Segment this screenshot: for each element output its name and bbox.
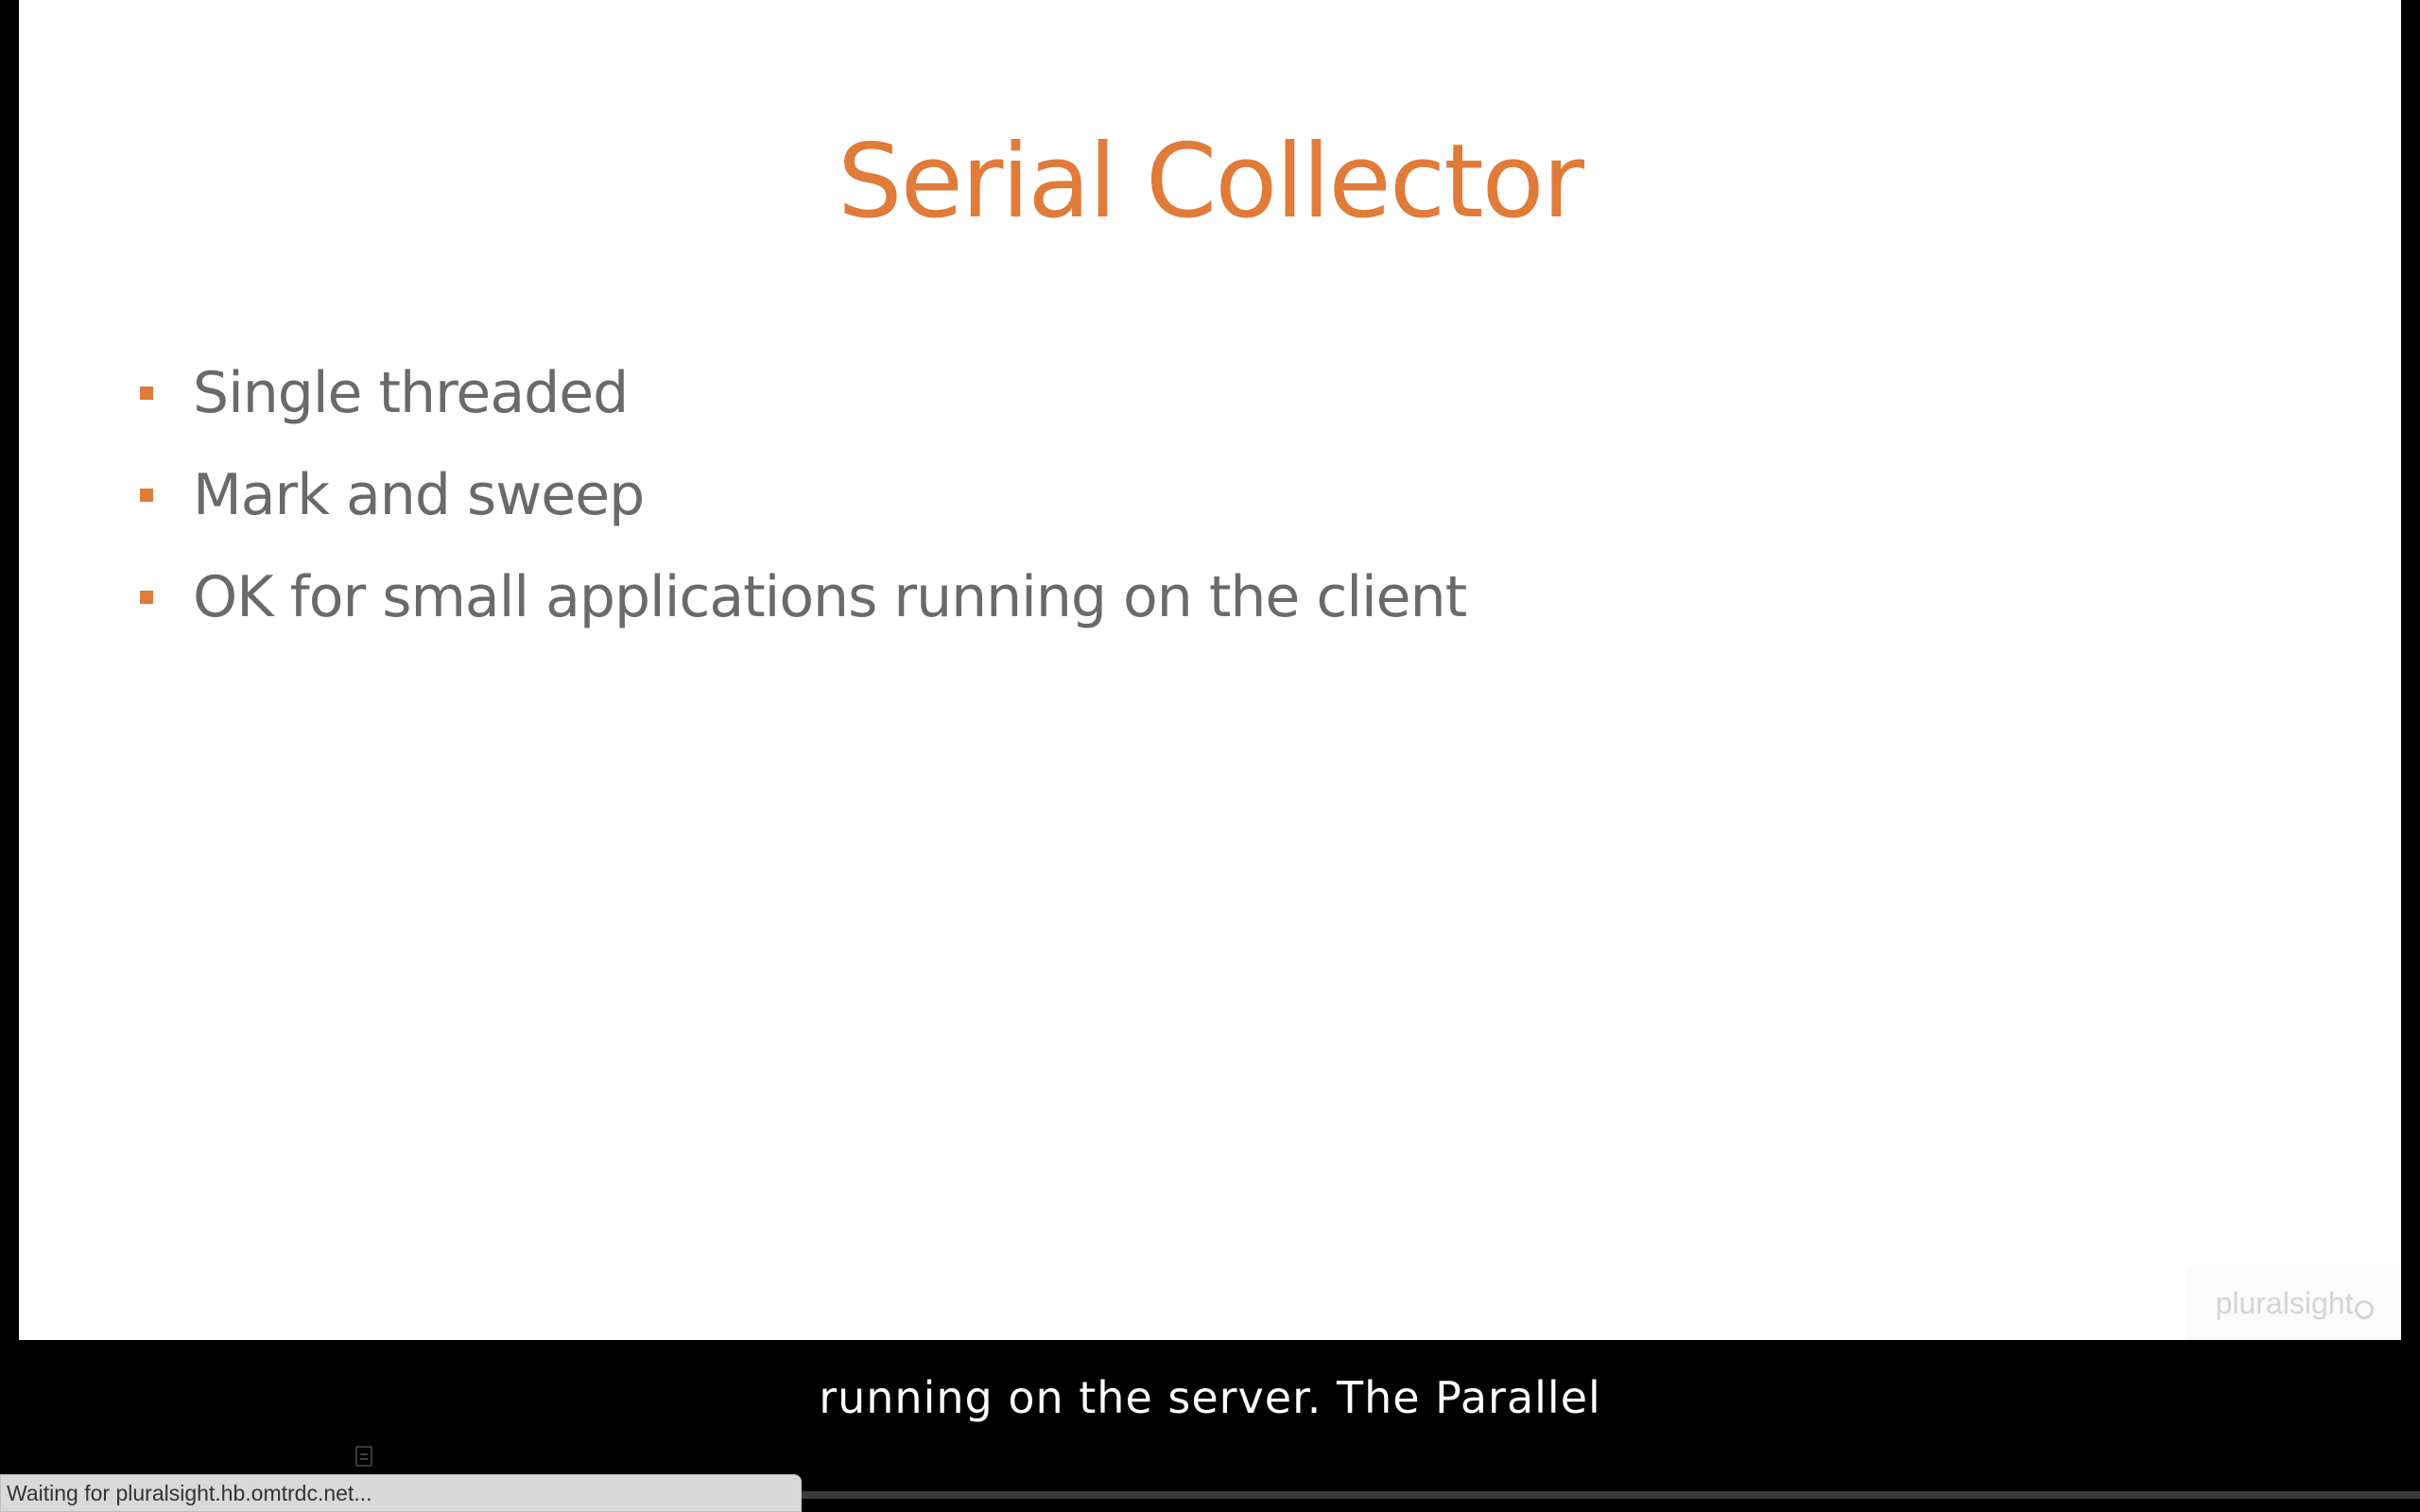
- slide-title: Serial Collector: [837, 123, 1584, 241]
- pluralsight-logo-icon: [2355, 1300, 2375, 1319]
- watermark-text: pluralsight: [2215, 1285, 2354, 1320]
- status-text: Waiting for pluralsight.hb.omtrdc.net...: [7, 1480, 372, 1505]
- video-player[interactable]: Serial Collector Single threaded Mark an…: [0, 0, 2420, 1512]
- bullet-square-icon: [140, 591, 153, 604]
- bullet-list: Single threaded Mark and sweep OK for sm…: [140, 342, 1467, 648]
- browser-status-bar: Waiting for pluralsight.hb.omtrdc.net...: [0, 1474, 802, 1512]
- list-item: OK for small applications running on the…: [140, 546, 1467, 648]
- bullet-square-icon: [140, 387, 153, 400]
- bullet-text: Single threaded: [193, 360, 629, 426]
- closed-caption: running on the server. The Parallel: [819, 1372, 1601, 1423]
- document-icon[interactable]: [355, 1446, 372, 1467]
- list-item: Mark and sweep: [140, 444, 1466, 546]
- bullet-text: OK for small applications running on the…: [193, 564, 1467, 630]
- slide-frame: Serial Collector Single threaded Mark an…: [19, 0, 2401, 1340]
- bullet-square-icon: [140, 489, 153, 502]
- pluralsight-watermark: pluralsight: [2188, 1266, 2401, 1340]
- list-item: Single threaded: [140, 342, 1466, 444]
- bullet-text: Mark and sweep: [193, 462, 645, 528]
